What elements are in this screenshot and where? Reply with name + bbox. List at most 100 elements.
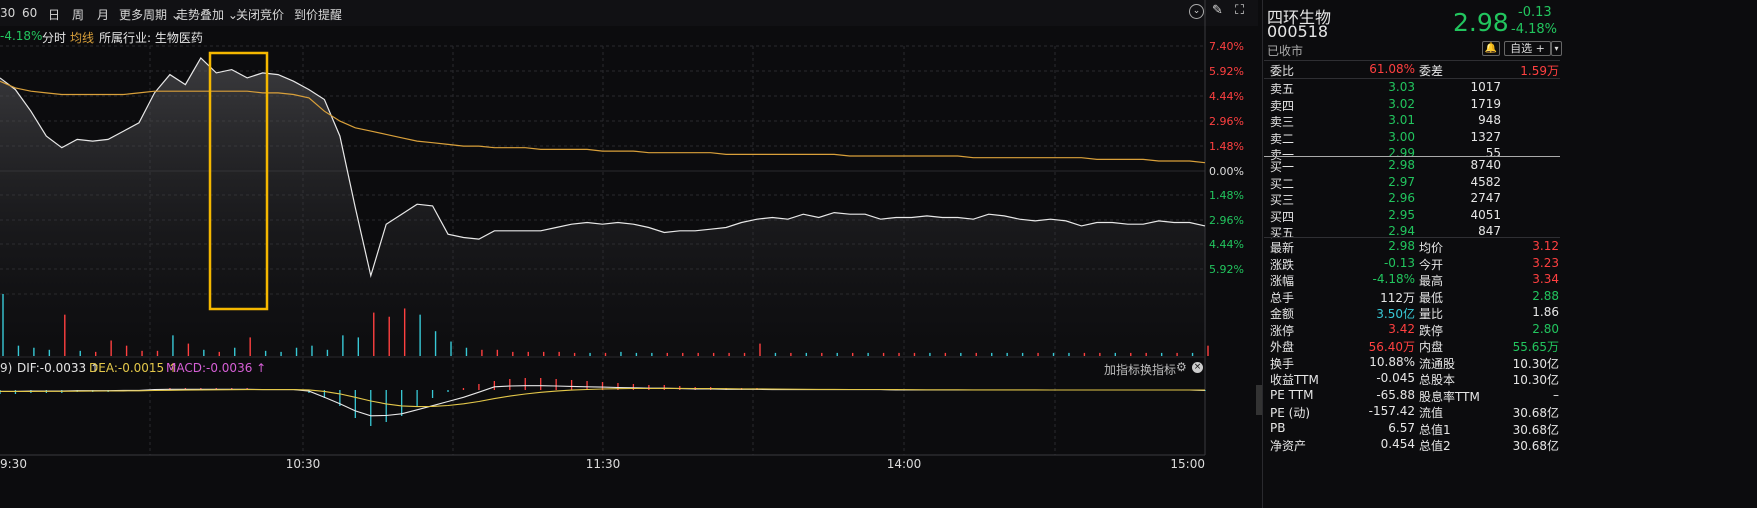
stat-row: PE (动) -157.42 流值 30.68亿 xyxy=(1270,404,1560,420)
stat-row: 净资产 0.454 总值2 30.68亿 xyxy=(1270,437,1560,453)
stat-value: – xyxy=(1553,387,1559,402)
stat-value: 30.68亿 xyxy=(1512,422,1559,437)
stat-row: 涨跌 -0.13 今开 3.23 xyxy=(1270,256,1560,272)
bid-volume: 2747 xyxy=(1470,191,1501,205)
x-tick-label: 10:30 xyxy=(286,457,321,471)
stat-label: 均价 xyxy=(1419,241,1444,255)
stat-value: 112万 xyxy=(1380,290,1415,305)
stat-value: 56.40万 xyxy=(1368,340,1415,354)
x-tick-label: 9:30 xyxy=(0,457,27,471)
stat-label: 金额 xyxy=(1270,307,1295,321)
stat-row: 换手 10.88% 流通股 10.30亿 xyxy=(1270,355,1560,371)
stat-label: 涨停 xyxy=(1270,323,1295,338)
axis-tick-label: 5.92% xyxy=(1209,263,1244,276)
stat-value: 2.98 xyxy=(1388,239,1415,253)
bid-label: 买四 xyxy=(1270,209,1295,224)
stat-label: 股息率TTM xyxy=(1419,389,1480,404)
ask-row: 卖四 3.02 1719 xyxy=(1270,97,1560,113)
stat-value: 10.88% xyxy=(1369,354,1415,369)
stat-label: 最新 xyxy=(1270,241,1295,255)
ask-row: 卖二 3.00 1327 xyxy=(1270,130,1560,146)
bid-price: 2.98 xyxy=(1388,158,1415,172)
macd-prefix: 9) xyxy=(0,361,13,375)
stat-row: 涨幅 -4.18% 最高 3.34 xyxy=(1270,272,1560,288)
stat-label: 流值 xyxy=(1419,406,1444,420)
ask-volume: 1017 xyxy=(1470,80,1501,94)
order-ratio-row: 委比 61.08% 委差 1.59万 xyxy=(1270,62,1559,78)
stat-label: 最高 xyxy=(1419,274,1444,288)
stat-label: 换手 xyxy=(1270,356,1295,371)
switch-indicator-button[interactable]: 换指标 xyxy=(1140,361,1176,378)
bid-price: 2.95 xyxy=(1388,207,1415,222)
market-status: 已收市 xyxy=(1267,44,1304,58)
bid-label: 买一 xyxy=(1270,160,1295,174)
stat-value: 55.65万 xyxy=(1512,340,1559,354)
stat-label: PE (动) xyxy=(1270,406,1310,420)
ask-label: 卖三 xyxy=(1270,115,1295,129)
stat-value: 6.57 xyxy=(1388,420,1415,435)
stat-label: 总股本 xyxy=(1419,373,1456,387)
axis-tick-label: 2.96% xyxy=(1209,115,1244,128)
axis-tick-label: 0.00% xyxy=(1209,165,1244,178)
stat-label: 最低 xyxy=(1419,290,1444,305)
macd-bar: 9) DIF:-0.0033 ↑ DEA:-0.0015 ↑ MACD:-0.0… xyxy=(0,360,1210,378)
stat-row: 总手 112万 最低 2.88 xyxy=(1270,289,1560,305)
stat-row: 外盘 56.40万 内盘 55.65万 xyxy=(1270,338,1560,354)
axis-tick-label: 4.44% xyxy=(1209,90,1244,103)
intraday-chart: 7.40% 5.92% 4.44% 2.96% 1.48% 0.00% 1.48% 2.96%… xyxy=(0,0,1244,471)
stat-value: 0.454 xyxy=(1380,437,1415,451)
bid-volume: 4051 xyxy=(1470,207,1501,222)
stat-label: 量比 xyxy=(1419,307,1444,321)
stat-row: 涨停 3.42 跌停 2.80 xyxy=(1270,322,1560,338)
ask-label: 卖四 xyxy=(1270,98,1295,113)
stat-value: 3.23 xyxy=(1532,255,1559,270)
ask-price: 3.01 xyxy=(1388,113,1415,127)
last-price: 2.98 xyxy=(1453,8,1509,37)
stat-row: 收益TTM -0.045 总股本 10.30亿 xyxy=(1270,371,1560,387)
bell-icon[interactable]: 🔔 xyxy=(1482,41,1500,56)
bid-label: 买二 xyxy=(1270,176,1295,191)
add-indicator-button[interactable]: 加指标 xyxy=(1104,361,1140,378)
stat-label: 净资产 xyxy=(1270,439,1307,453)
stat-label: 流通股 xyxy=(1419,356,1456,371)
stat-value: -0.13 xyxy=(1383,255,1415,270)
stat-value: 30.68亿 xyxy=(1512,439,1559,453)
x-tick-label: 15:00 xyxy=(1170,457,1205,471)
stat-value: 1.86 xyxy=(1532,305,1559,319)
collapse-handle[interactable] xyxy=(1256,385,1262,415)
ask-price: 3.00 xyxy=(1388,129,1415,144)
axis-tick-label: 2.96% xyxy=(1209,214,1244,227)
stat-label: PB xyxy=(1270,420,1286,435)
bid-row: 买一 2.98 8740 xyxy=(1270,158,1560,174)
divider xyxy=(1264,60,1560,61)
axis-tick-label: 5.92% xyxy=(1209,65,1244,78)
dea-label: DEA:-0.0015 ↑ xyxy=(89,361,179,375)
dea-line xyxy=(0,387,1206,408)
bid-price: 2.96 xyxy=(1388,191,1415,205)
stat-value: -0.045 xyxy=(1376,371,1415,385)
stat-row: PE TTM -65.88 股息率TTM – xyxy=(1270,388,1560,404)
bid-price: 2.97 xyxy=(1388,174,1415,189)
stat-label: 跌停 xyxy=(1419,323,1444,338)
stat-value: -4.18% xyxy=(1372,272,1415,286)
divider xyxy=(1264,237,1560,238)
close-icon[interactable]: × xyxy=(1192,362,1203,373)
bid-volume: 4582 xyxy=(1470,174,1501,189)
stat-label: 总手 xyxy=(1270,290,1295,305)
stat-value: 3.42 xyxy=(1388,321,1415,336)
axis-tick-label: 1.48% xyxy=(1209,140,1244,153)
divider xyxy=(1264,156,1560,157)
bid-label: 买三 xyxy=(1270,193,1295,207)
stat-label: 内盘 xyxy=(1419,340,1444,354)
macd-label: MACD:-0.0036 ↑ xyxy=(166,361,267,375)
watchlist-button[interactable]: 自选 + xyxy=(1504,41,1551,56)
chevron-down-icon[interactable]: ▾ xyxy=(1551,41,1562,56)
stat-value: 3.50亿 xyxy=(1376,307,1415,321)
bid-row: 买二 2.97 4582 xyxy=(1270,175,1560,191)
axis-tick-label: 7.40% xyxy=(1209,40,1244,53)
x-tick-label: 14:00 xyxy=(887,457,922,471)
price-change-pct: -4.18% xyxy=(1511,22,1557,37)
gear-icon[interactable]: ⚙ xyxy=(1176,360,1187,374)
bid-volume: 847 xyxy=(1478,224,1501,238)
axis-tick-label: 4.44% xyxy=(1209,238,1244,251)
